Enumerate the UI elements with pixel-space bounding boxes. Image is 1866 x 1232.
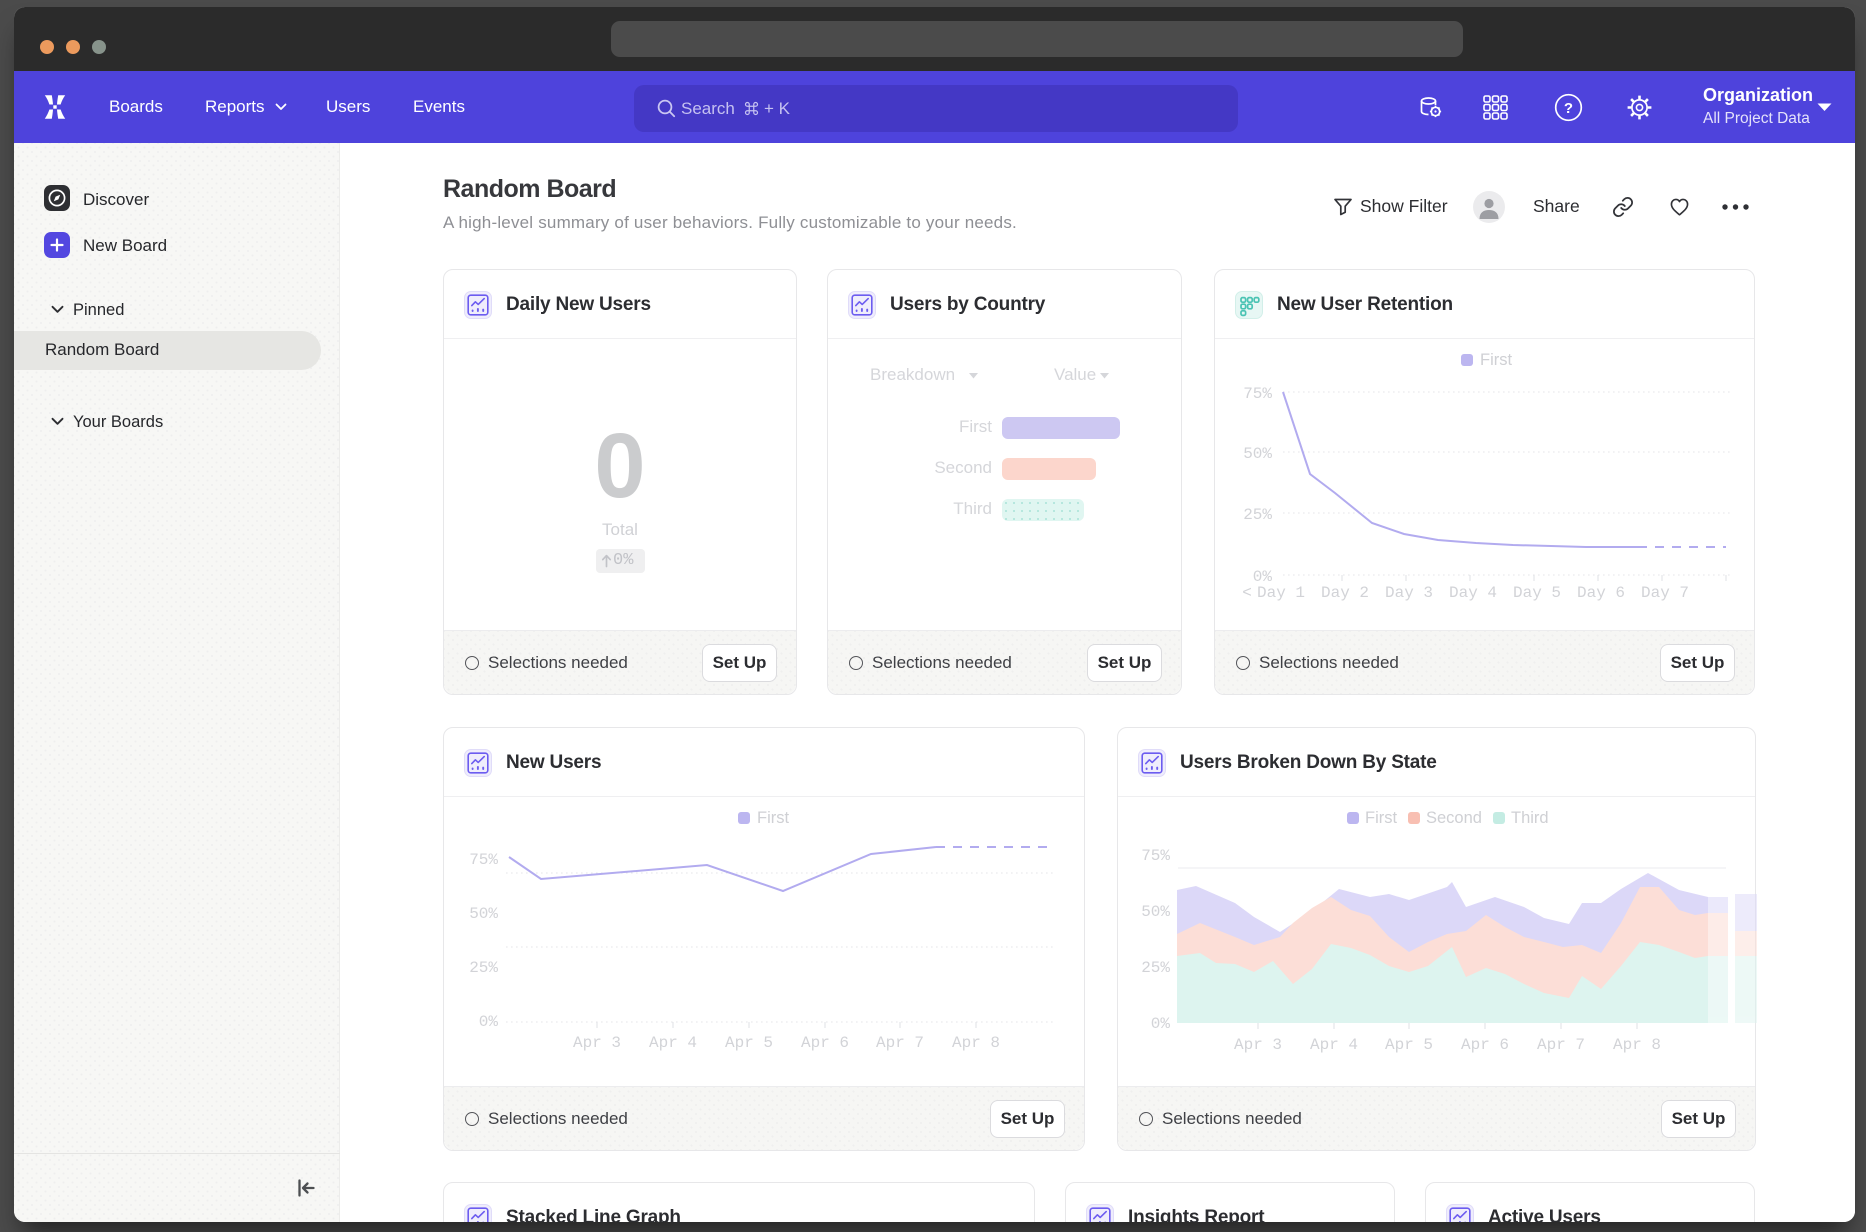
- svg-text:Apr 4: Apr 4: [649, 1034, 697, 1052]
- svg-text:25%: 25%: [1141, 959, 1170, 977]
- svg-text:50%: 50%: [1243, 445, 1272, 463]
- svg-text:Apr 7: Apr 7: [876, 1034, 924, 1052]
- svg-text:Day 3: Day 3: [1385, 584, 1433, 602]
- svg-text:Apr 8: Apr 8: [952, 1034, 1000, 1052]
- svg-text:Apr 6: Apr 6: [1461, 1036, 1509, 1054]
- svg-text:Apr 5: Apr 5: [725, 1034, 773, 1052]
- svg-text:0%: 0%: [1151, 1015, 1171, 1033]
- svg-text:Day 6: Day 6: [1577, 584, 1625, 602]
- svg-text:?: ?: [1564, 100, 1573, 117]
- svg-text:75%: 75%: [1141, 847, 1170, 865]
- svg-text:50%: 50%: [469, 905, 498, 923]
- svg-text:50%: 50%: [1141, 903, 1170, 921]
- svg-text:Apr 3: Apr 3: [573, 1034, 621, 1052]
- svg-text:75%: 75%: [1243, 385, 1272, 403]
- svg-text:Apr 6: Apr 6: [801, 1034, 849, 1052]
- svg-text:Apr 8: Apr 8: [1613, 1036, 1661, 1054]
- svg-text:Day 7: Day 7: [1641, 584, 1689, 602]
- svg-text:<: <: [1242, 584, 1252, 602]
- svg-text:25%: 25%: [469, 959, 498, 977]
- svg-text:Day 4: Day 4: [1449, 584, 1497, 602]
- svg-text:Day 5: Day 5: [1513, 584, 1561, 602]
- svg-text:Apr 3: Apr 3: [1234, 1036, 1282, 1054]
- svg-text:Apr 4: Apr 4: [1310, 1036, 1358, 1054]
- svg-text:Apr 7: Apr 7: [1537, 1036, 1585, 1054]
- svg-text:25%: 25%: [1243, 506, 1272, 524]
- svg-text:Day 2: Day 2: [1321, 584, 1369, 602]
- svg-text:Day 1: Day 1: [1257, 584, 1305, 602]
- svg-text:Apr 5: Apr 5: [1385, 1036, 1433, 1054]
- svg-text:0%: 0%: [479, 1013, 499, 1031]
- svg-text:75%: 75%: [469, 851, 498, 869]
